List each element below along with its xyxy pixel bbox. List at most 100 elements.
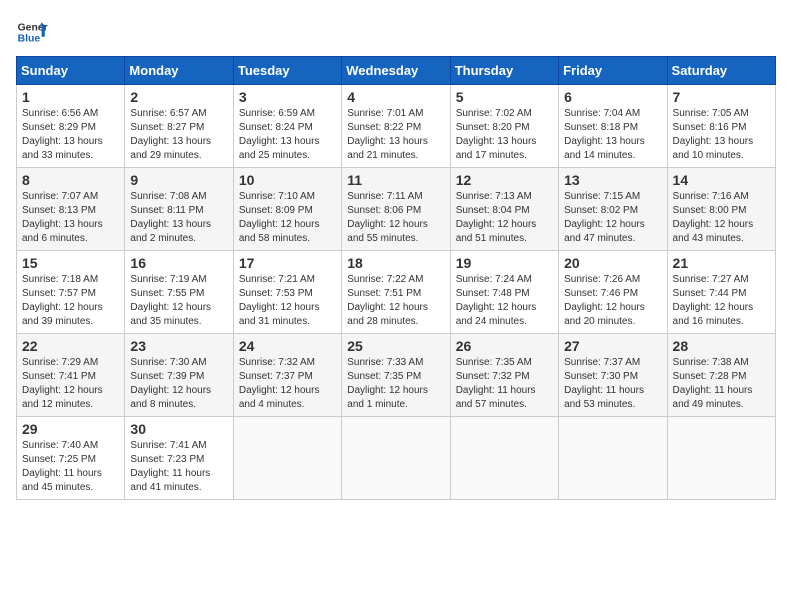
day-info: Sunrise: 7:24 AM Sunset: 7:48 PM Dayligh… [456,273,553,329]
calendar-day-cell: 2Sunrise: 6:57 AM Sunset: 8:27 PM Daylig… [125,85,233,168]
day-of-week-header: Monday [125,57,233,85]
day-info: Sunrise: 7:41 AM Sunset: 7:23 PM Dayligh… [130,439,227,495]
day-number: 17 [239,255,336,271]
day-number: 8 [22,172,119,188]
day-info: Sunrise: 7:30 AM Sunset: 7:39 PM Dayligh… [130,356,227,412]
calendar-day-cell: 8Sunrise: 7:07 AM Sunset: 8:13 PM Daylig… [17,168,125,251]
day-number: 12 [456,172,553,188]
day-number: 24 [239,338,336,354]
day-info: Sunrise: 7:13 AM Sunset: 8:04 PM Dayligh… [456,190,553,246]
day-number: 4 [347,89,444,105]
day-number: 14 [673,172,770,188]
calendar-day-cell: 21 Sunrise: 7:27 AM Sunset: 7:44 PM Dayli… [667,251,775,334]
calendar-day-cell [559,417,667,500]
calendar-day-cell: 23 Sunrise: 7:30 AM Sunset: 7:39 PM Dayli… [125,334,233,417]
day-of-week-header: Saturday [667,57,775,85]
day-number: 1 [22,89,119,105]
day-info: Sunrise: 7:21 AM Sunset: 7:53 PM Dayligh… [239,273,336,329]
calendar-day-cell [450,417,558,500]
day-number: 25 [347,338,444,354]
day-of-week-header: Wednesday [342,57,450,85]
calendar-day-cell: 17 Sunrise: 7:21 AM Sunset: 7:53 PM Dayli… [233,251,341,334]
calendar-day-cell: 15Sunrise: 7:18 AM Sunset: 7:57 PM Dayli… [17,251,125,334]
day-of-week-header: Tuesday [233,57,341,85]
day-number: 22 [22,338,119,354]
day-info: Sunrise: 6:59 AM Sunset: 8:24 PM Dayligh… [239,107,336,163]
calendar-day-cell: 4 Sunrise: 7:01 AM Sunset: 8:22 PM Daylig… [342,85,450,168]
calendar-week-row: 15Sunrise: 7:18 AM Sunset: 7:57 PM Dayli… [17,251,776,334]
day-info: Sunrise: 7:40 AM Sunset: 7:25 PM Dayligh… [22,439,119,495]
day-info: Sunrise: 7:02 AM Sunset: 8:20 PM Dayligh… [456,107,553,163]
calendar-day-cell: 20Sunrise: 7:26 AM Sunset: 7:46 PM Dayli… [559,251,667,334]
calendar-day-cell: 11Sunrise: 7:11 AM Sunset: 8:06 PM Dayli… [342,168,450,251]
day-number: 16 [130,255,227,271]
day-info: Sunrise: 7:38 AM Sunset: 7:28 PM Dayligh… [673,356,770,412]
day-number: 28 [673,338,770,354]
day-info: Sunrise: 7:29 AM Sunset: 7:41 PM Dayligh… [22,356,119,412]
day-info: Sunrise: 7:01 AM Sunset: 8:22 PM Dayligh… [347,107,444,163]
day-number: 21 [673,255,770,271]
calendar-week-row: 1 Sunrise: 6:56 AM Sunset: 8:29 PM Daylig… [17,85,776,168]
day-info: Sunrise: 7:37 AM Sunset: 7:30 PM Dayligh… [564,356,661,412]
day-of-week-header: Thursday [450,57,558,85]
calendar-week-row: 22 Sunrise: 7:29 AM Sunset: 7:41 PM Dayli… [17,334,776,417]
generalblue-logo-icon: General Blue [16,16,48,48]
calendar-day-cell: 7 Sunrise: 7:05 AM Sunset: 8:16 PM Daylig… [667,85,775,168]
calendar-day-cell: 28 Sunrise: 7:38 AM Sunset: 7:28 PM Dayli… [667,334,775,417]
day-info: Sunrise: 7:08 AM Sunset: 8:11 PM Dayligh… [130,190,227,246]
day-number: 20 [564,255,661,271]
calendar-week-row: 29 Sunrise: 7:40 AM Sunset: 7:25 PM Dayli… [17,417,776,500]
calendar-day-cell: 12 Sunrise: 7:13 AM Sunset: 8:04 PM Dayli… [450,168,558,251]
calendar-day-cell: 5 Sunrise: 7:02 AM Sunset: 8:20 PM Daylig… [450,85,558,168]
day-info: Sunrise: 7:33 AM Sunset: 7:35 PM Dayligh… [347,356,444,412]
day-number: 27 [564,338,661,354]
day-info: Sunrise: 7:10 AM Sunset: 8:09 PM Dayligh… [239,190,336,246]
day-number: 6 [564,89,661,105]
day-info: Sunrise: 7:11 AM Sunset: 8:06 PM Dayligh… [347,190,444,246]
calendar-day-cell [233,417,341,500]
day-info: Sunrise: 7:19 AM Sunset: 7:55 PM Dayligh… [130,273,227,329]
day-info: Sunrise: 7:35 AM Sunset: 7:32 PM Dayligh… [456,356,553,412]
calendar-day-cell [342,417,450,500]
day-info: Sunrise: 7:16 AM Sunset: 8:00 PM Dayligh… [673,190,770,246]
day-number: 19 [456,255,553,271]
day-number: 2 [130,89,227,105]
calendar-header-row: SundayMondayTuesdayWednesdayThursdayFrid… [17,57,776,85]
calendar-day-cell: 24 Sunrise: 7:32 AM Sunset: 7:37 PM Dayli… [233,334,341,417]
day-info: Sunrise: 7:22 AM Sunset: 7:51 PM Dayligh… [347,273,444,329]
calendar-day-cell: 1 Sunrise: 6:56 AM Sunset: 8:29 PM Daylig… [17,85,125,168]
logo: General Blue [16,16,48,48]
calendar-day-cell: 16 Sunrise: 7:19 AM Sunset: 7:55 PM Dayli… [125,251,233,334]
day-number: 5 [456,89,553,105]
day-info: Sunrise: 7:18 AM Sunset: 7:57 PM Dayligh… [22,273,119,329]
calendar-day-cell: 6Sunrise: 7:04 AM Sunset: 8:18 PM Daylig… [559,85,667,168]
calendar-day-cell: 27 Sunrise: 7:37 AM Sunset: 7:30 PM Dayli… [559,334,667,417]
day-number: 3 [239,89,336,105]
day-info: Sunrise: 6:56 AM Sunset: 8:29 PM Dayligh… [22,107,119,163]
calendar-day-cell: 13 Sunrise: 7:15 AM Sunset: 8:02 PM Dayli… [559,168,667,251]
calendar-week-row: 8Sunrise: 7:07 AM Sunset: 8:13 PM Daylig… [17,168,776,251]
day-info: Sunrise: 7:32 AM Sunset: 7:37 PM Dayligh… [239,356,336,412]
day-number: 13 [564,172,661,188]
day-number: 7 [673,89,770,105]
page-header: General Blue [16,16,776,48]
day-number: 30 [130,421,227,437]
day-number: 29 [22,421,119,437]
day-number: 18 [347,255,444,271]
day-info: Sunrise: 7:27 AM Sunset: 7:44 PM Dayligh… [673,273,770,329]
calendar-day-cell: 10Sunrise: 7:10 AM Sunset: 8:09 PM Dayli… [233,168,341,251]
day-number: 23 [130,338,227,354]
calendar-day-cell: 18 Sunrise: 7:22 AM Sunset: 7:51 PM Dayli… [342,251,450,334]
day-info: Sunrise: 7:15 AM Sunset: 8:02 PM Dayligh… [564,190,661,246]
calendar-table: SundayMondayTuesdayWednesdayThursdayFrid… [16,56,776,500]
calendar-day-cell: 14 Sunrise: 7:16 AM Sunset: 8:00 PM Dayli… [667,168,775,251]
calendar-day-cell: 26Sunrise: 7:35 AM Sunset: 7:32 PM Dayli… [450,334,558,417]
day-number: 9 [130,172,227,188]
calendar-day-cell: 29 Sunrise: 7:40 AM Sunset: 7:25 PM Dayli… [17,417,125,500]
calendar-day-cell: 22 Sunrise: 7:29 AM Sunset: 7:41 PM Dayli… [17,334,125,417]
svg-text:Blue: Blue [18,34,41,45]
calendar-day-cell [667,417,775,500]
calendar-day-cell: 9 Sunrise: 7:08 AM Sunset: 8:11 PM Daylig… [125,168,233,251]
calendar-day-cell: 30 Sunrise: 7:41 AM Sunset: 7:23 PM Dayli… [125,417,233,500]
day-info: Sunrise: 7:05 AM Sunset: 8:16 PM Dayligh… [673,107,770,163]
